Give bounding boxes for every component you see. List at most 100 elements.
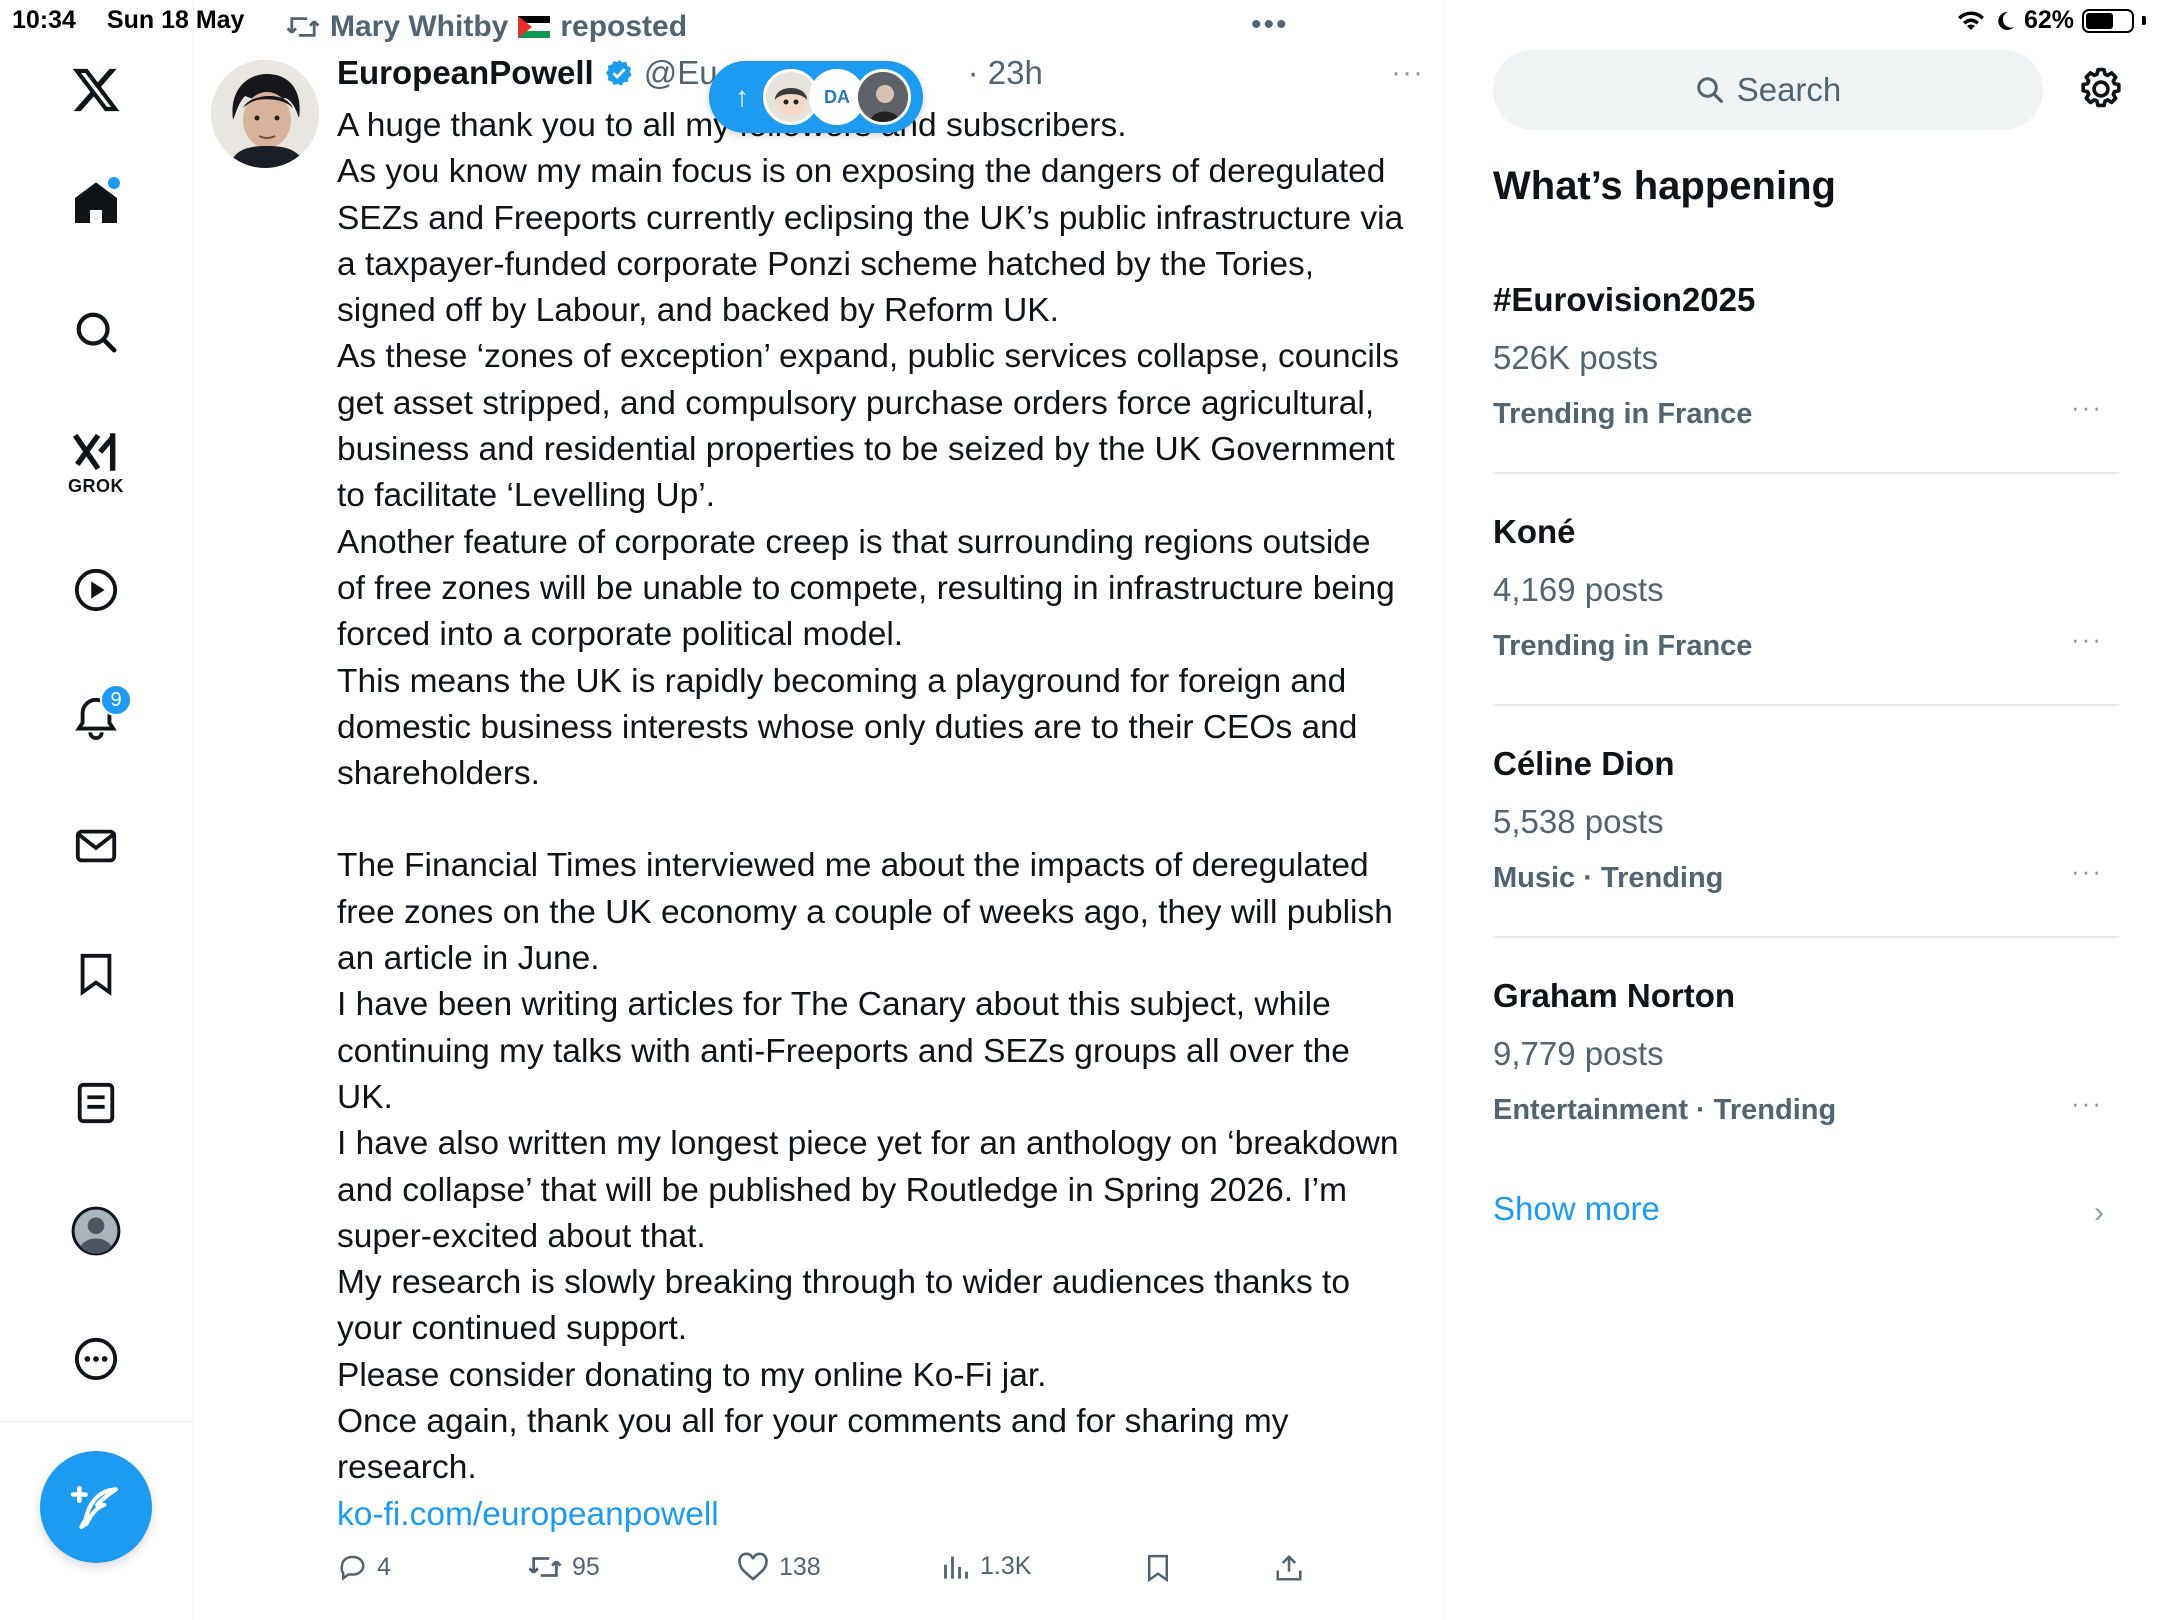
status-bar-right: 62%	[1956, 6, 2146, 35]
bookmark-button[interactable]	[1143, 1552, 1173, 1584]
gear-icon	[2081, 67, 2121, 108]
trend-more-button[interactable]: ···	[2071, 624, 2103, 655]
like-button[interactable]: 138	[737, 1552, 821, 1582]
battery-percent: 62%	[2023, 6, 2074, 34]
tweet-text-line: a taxpayer-funded corporate Ponzi scheme…	[337, 245, 1315, 283]
tweet-text-line: The Financial Times interviewed me about…	[337, 847, 1369, 885]
trend-more-button[interactable]: ···	[2071, 392, 2103, 423]
author-avatar[interactable]	[211, 60, 319, 168]
tweet-link[interactable]: ko-fi.com/europeanpowell	[337, 1496, 719, 1533]
page-handle-dots[interactable]: •••	[1251, 8, 1289, 42]
tweet-more-button[interactable]: ···	[1391, 56, 1424, 90]
tweet-text-lines: A huge thank you to all my followers and…	[337, 103, 1427, 1492]
tweet-text-line: Another feature of corporate creep is th…	[337, 523, 1371, 561]
views-count: 1.3K	[980, 1552, 1032, 1580]
tweet-text-line: research.	[337, 1449, 477, 1487]
tweet-text-line: Once again, thank you all for your comme…	[337, 1403, 1289, 1441]
tweet-text-line: super-excited about that.	[337, 1217, 706, 1255]
trend-divider	[1493, 936, 2119, 938]
grok-icon[interactable]	[68, 424, 124, 480]
tweet-text-line: Please consider donating to my online Ko…	[337, 1356, 1047, 1394]
notifications-icon[interactable]: 9	[68, 684, 132, 746]
author-handle[interactable]: @Eu	[644, 54, 718, 92]
search-icon	[1696, 77, 1723, 103]
profile-icon[interactable]	[68, 1203, 124, 1259]
x-logo-icon[interactable]	[68, 62, 124, 118]
trend-item[interactable]: Graham Norton 9,779 posts Entertainment …	[1493, 976, 2119, 1128]
trend-more-button[interactable]: ···	[2071, 1088, 2103, 1119]
author-name[interactable]: EuropeanPowell	[337, 54, 594, 92]
trend-more-button[interactable]: ···	[2071, 856, 2103, 887]
repost-indicator[interactable]: Mary Whitby reposted	[286, 10, 687, 44]
battery-nub	[2142, 16, 2146, 25]
trend-posts: 5,538 posts	[1493, 803, 1664, 840]
notifications-badge: 9	[100, 684, 132, 716]
tweet-text-line: your continued support.	[337, 1310, 688, 1348]
tweet-text-line: domestic business interests whose only d…	[337, 708, 1358, 746]
trend-divider	[1493, 704, 2119, 706]
tweet-timestamp[interactable]: · 23h	[968, 54, 1043, 92]
compose-button[interactable]	[40, 1451, 152, 1563]
verified-badge-icon	[605, 59, 632, 86]
tweet-text-line: business and residential properties to b…	[337, 431, 1395, 469]
tweet-text-line: I have also written my longest piece yet…	[337, 1125, 1399, 1163]
more-icon[interactable]	[68, 1331, 124, 1387]
tweet-text-line: SEZs and Freeports currently eclipsing t…	[337, 199, 1404, 237]
search-input[interactable]: Search	[1493, 50, 2043, 130]
reposted-by-name[interactable]: Mary Whitby	[330, 10, 508, 44]
new-posts-pill[interactable]: ↑ DA	[709, 61, 923, 133]
tweet-text-line: to facilitate ‘Levelling Up’.	[337, 477, 716, 515]
share-icon	[1276, 1554, 1302, 1581]
tweet-text: A huge thank you to all my followers and…	[337, 103, 1427, 1538]
tweet-text-line: I have been writing articles for The Can…	[337, 986, 1331, 1024]
repost-action-icon	[528, 1557, 562, 1577]
share-button[interactable]	[1274, 1552, 1304, 1584]
like-count: 138	[779, 1552, 821, 1581]
palestine-flag-icon	[518, 16, 551, 38]
arrow-up-icon: ↑	[735, 81, 749, 112]
chevron-right-icon: ›	[2094, 1196, 2104, 1229]
show-more-link[interactable]: Show more	[1493, 1190, 1660, 1228]
trend-context: Trending in France	[1493, 398, 1753, 430]
tweet-text-line: of free zones will be unable to compete,…	[337, 569, 1395, 607]
tweet-actions: 4 95 138 1.3K	[337, 1552, 1337, 1592]
repost-icon	[286, 17, 320, 37]
repost-button[interactable]: 95	[528, 1552, 600, 1582]
reply-icon	[340, 1555, 365, 1581]
reply-button[interactable]: 4	[337, 1552, 391, 1582]
tweet-text-line: free zones on the UK economy a couple of…	[337, 893, 1393, 931]
bookmarks-icon[interactable]	[68, 946, 124, 1002]
search-icon[interactable]	[68, 304, 124, 360]
battery-icon	[2082, 8, 2134, 33]
trend-posts: 9,779 posts	[1493, 1035, 1664, 1072]
views-chart-icon	[944, 1556, 968, 1579]
whats-happening-title: What’s happening	[1493, 164, 1836, 208]
tweet-text-line: My research is slowly breaking through t…	[337, 1264, 1350, 1302]
trend-item[interactable]: Koné 4,169 posts Trending in France ···	[1493, 512, 2119, 664]
settings-button[interactable]	[2078, 66, 2124, 112]
video-icon[interactable]	[68, 562, 124, 618]
bookmark-icon	[1148, 1554, 1168, 1583]
trend-name: Graham Norton	[1493, 977, 1736, 1014]
tweet-blank-line	[337, 797, 1427, 843]
search-placeholder: Search	[1736, 71, 1842, 108]
trend-item[interactable]: #Eurovision2025 526K posts Trending in F…	[1493, 280, 2119, 432]
tweet-text-line: UK.	[337, 1078, 393, 1116]
home-icon[interactable]	[68, 175, 124, 231]
tweet-text-line: signed off by Labour, and backed by Refo…	[337, 292, 1059, 330]
tweet-text-line: continuing my talks with anti-Freeports …	[337, 1032, 1350, 1070]
trend-context: Trending in France	[1493, 630, 1753, 662]
messages-icon[interactable]	[68, 818, 124, 874]
lists-icon[interactable]	[68, 1075, 124, 1131]
views-button[interactable]: 1.3K	[942, 1552, 1031, 1581]
tweet-text-line: shareholders.	[337, 755, 540, 793]
trend-item[interactable]: Céline Dion 5,538 posts Music · Trending…	[1493, 744, 2119, 896]
tweet-author-row: EuropeanPowell @Eu · 23h	[337, 54, 1043, 92]
tweet-text-line: As you know my main focus is on exposing…	[337, 153, 1386, 191]
trend-context: Entertainment · Trending	[1493, 1094, 1837, 1126]
moon-icon	[1998, 11, 2014, 30]
compose-feather-icon	[71, 1485, 118, 1529]
reposted-label: reposted	[560, 10, 688, 43]
heart-icon	[738, 1552, 768, 1581]
wifi-icon	[1957, 10, 1984, 30]
